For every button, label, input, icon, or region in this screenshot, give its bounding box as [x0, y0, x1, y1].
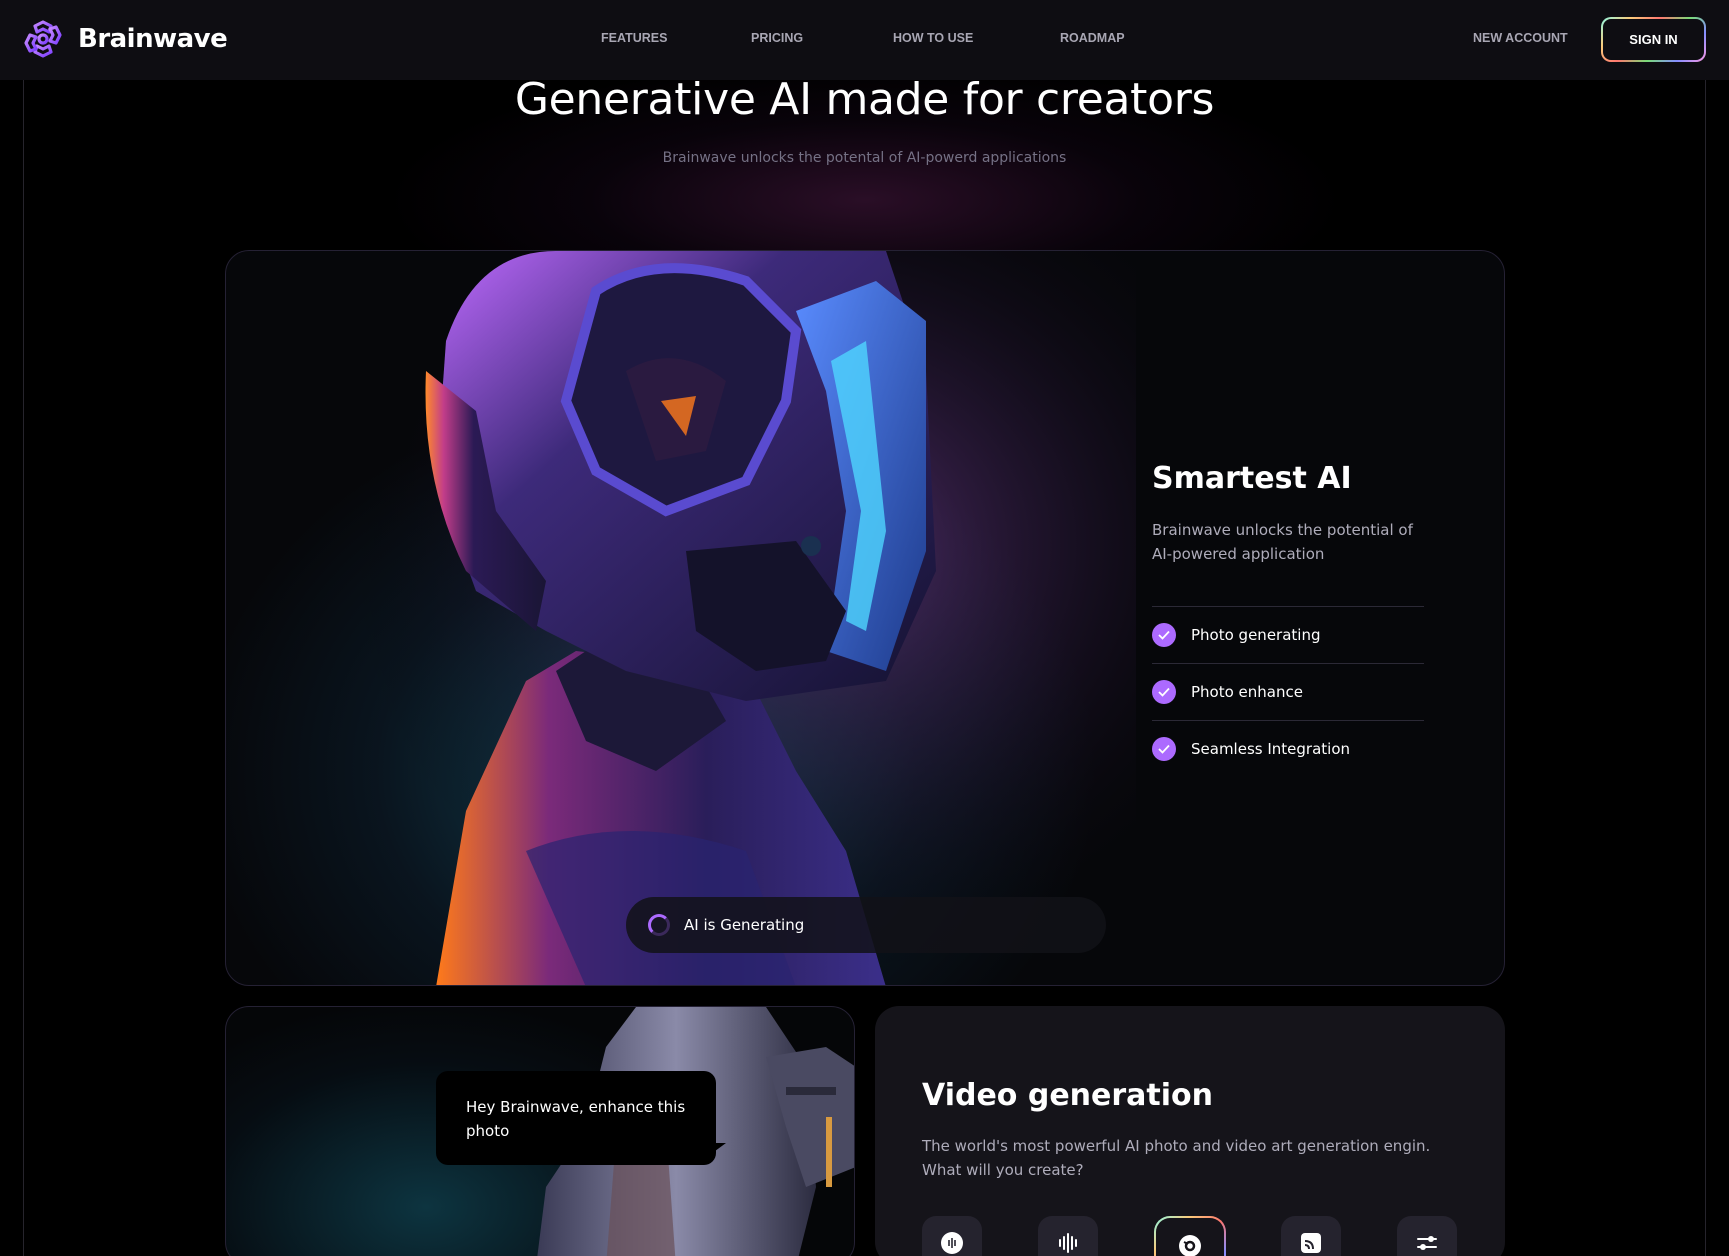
feature-label: Photo enhance	[1191, 683, 1303, 701]
brainwave-logo-icon	[24, 20, 62, 58]
new-account-link[interactable]: NEW ACCOUNT	[1473, 31, 1568, 45]
ai-generating-status: AI is Generating	[626, 897, 1106, 953]
loading-spinner-icon	[648, 914, 670, 936]
video-disc-icon	[1179, 1235, 1201, 1256]
nav-pricing-link[interactable]: PRICING	[751, 31, 803, 45]
photo-enhance-card: Hey Brainwave, enhance this photo	[225, 1006, 855, 1256]
record-tool-button[interactable]	[922, 1216, 982, 1256]
feature-label: Seamless Integration	[1191, 740, 1351, 758]
nav-how-to-use-link[interactable]: HOW TO USE	[893, 31, 973, 45]
hero-title: Generative AI made for creators	[514, 74, 1215, 125]
smartest-ai-title: Smartest AI	[1152, 461, 1352, 496]
video-disc-tool-button[interactable]	[1154, 1216, 1226, 1256]
video-generation-description: The world's most powerful AI photo and v…	[922, 1137, 1431, 1179]
enhance-prompt-bubble: Hey Brainwave, enhance this photo	[436, 1071, 716, 1165]
hero-subtitle: Brainwave unlocks the potental of AI-pow…	[662, 150, 1067, 166]
video-generation-title: Video generation	[922, 1078, 1214, 1113]
frame-line-right	[1705, 80, 1706, 1256]
ai-generating-label: AI is Generating	[684, 916, 805, 934]
top-nav-bar: Brainwave FEATURES PRICING HOW TO USE RO…	[0, 0, 1729, 80]
check-icon	[1152, 737, 1176, 761]
bubble-tail	[696, 1143, 726, 1165]
smartest-ai-description: Brainwave unlocks the potential of AI-po…	[1152, 521, 1413, 563]
image-icon	[1301, 1233, 1321, 1253]
feature-item: Seamless Integration	[1152, 720, 1424, 777]
sign-in-button[interactable]: SIGN IN	[1601, 17, 1706, 62]
nav-roadmap-link[interactable]: ROADMAP	[1060, 31, 1125, 45]
frame-line-left	[23, 80, 24, 1256]
feature-item: Photo generating	[1152, 606, 1424, 663]
waveform-icon	[1059, 1233, 1077, 1253]
smartest-ai-card: AI is Generating Smartest AI Brainwave u…	[225, 250, 1505, 986]
smartest-ai-info: Smartest AI Brainwave unlocks the potent…	[1152, 461, 1452, 777]
video-generation-card: Video generation The world's most powerf…	[875, 1006, 1505, 1256]
feature-item: Photo enhance	[1152, 663, 1424, 720]
sliders-icon	[1417, 1236, 1437, 1250]
sliders-tool-button[interactable]	[1397, 1216, 1457, 1256]
waveform-tool-button[interactable]	[1038, 1216, 1098, 1256]
record-icon	[941, 1232, 963, 1254]
check-icon	[1152, 680, 1176, 704]
brand-name: Brainwave	[78, 24, 228, 54]
check-icon	[1152, 623, 1176, 647]
robot-helmet-illustration	[326, 251, 1136, 985]
image-tool-button[interactable]	[1281, 1216, 1341, 1256]
feature-label: Photo generating	[1191, 626, 1321, 644]
brand-logo[interactable]: Brainwave	[22, 18, 228, 60]
nav-features-link[interactable]: FEATURES	[601, 31, 667, 45]
